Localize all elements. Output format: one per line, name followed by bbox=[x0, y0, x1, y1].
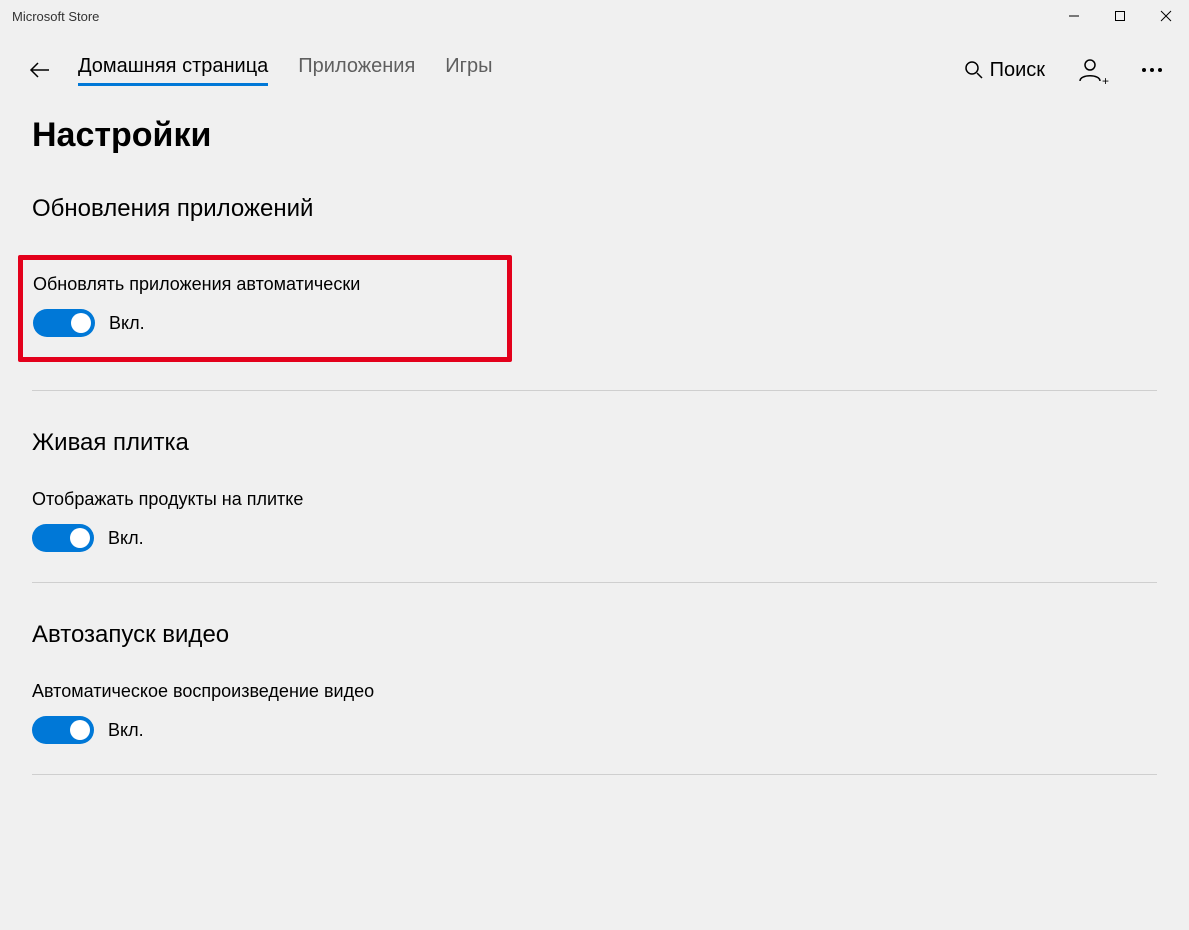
minimize-button[interactable] bbox=[1051, 0, 1097, 32]
divider bbox=[32, 390, 1157, 391]
highlight-box-auto-update: Обновлять приложения автоматически Вкл. bbox=[18, 255, 512, 362]
section-heading-autoplay: Автозапуск видео bbox=[32, 621, 1157, 649]
toggle-auto-update[interactable] bbox=[33, 309, 95, 337]
nav-bar: Домашняя страница Приложения Игры Поиск … bbox=[0, 32, 1189, 102]
person-icon bbox=[1077, 57, 1103, 83]
toggle-row-auto-update: Вкл. bbox=[33, 309, 497, 337]
toggle-state-auto-update: Вкл. bbox=[109, 313, 145, 334]
setting-label-live-tile: Отображать продукты на плитке bbox=[32, 489, 1157, 510]
section-heading-app-updates: Обновления приложений bbox=[32, 195, 1157, 223]
close-button[interactable] bbox=[1143, 0, 1189, 32]
account-button[interactable]: + bbox=[1073, 53, 1107, 87]
setting-label-autoplay: Автоматическое воспроизведение видео bbox=[32, 681, 1157, 702]
tabs: Домашняя страница Приложения Игры bbox=[78, 55, 492, 86]
more-button[interactable] bbox=[1135, 53, 1169, 87]
maximize-icon bbox=[1114, 10, 1126, 22]
setting-block-live-tile: Отображать продукты на плитке Вкл. bbox=[32, 489, 1157, 582]
toggle-state-autoplay: Вкл. bbox=[108, 720, 144, 741]
search-button[interactable]: Поиск bbox=[964, 59, 1045, 82]
section-heading-live-tile: Живая плитка bbox=[32, 429, 1157, 457]
toggle-state-live-tile: Вкл. bbox=[108, 528, 144, 549]
setting-label-auto-update: Обновлять приложения автоматически bbox=[33, 274, 497, 295]
back-button[interactable] bbox=[20, 50, 60, 90]
divider bbox=[32, 774, 1157, 775]
search-icon bbox=[964, 60, 984, 80]
add-plus-icon: + bbox=[1102, 74, 1109, 88]
minimize-icon bbox=[1068, 10, 1080, 22]
tab-games[interactable]: Игры bbox=[445, 55, 492, 86]
more-icon bbox=[1142, 68, 1162, 72]
close-icon bbox=[1160, 10, 1172, 22]
tab-home[interactable]: Домашняя страница bbox=[78, 55, 268, 86]
titlebar-title: Microsoft Store bbox=[12, 9, 99, 24]
toggle-live-tile[interactable] bbox=[32, 524, 94, 552]
page-title: Настройки bbox=[32, 116, 1157, 155]
back-arrow-icon bbox=[28, 58, 52, 82]
tab-apps[interactable]: Приложения bbox=[298, 55, 415, 86]
titlebar: Microsoft Store bbox=[0, 0, 1189, 32]
toggle-row-live-tile: Вкл. bbox=[32, 524, 1157, 552]
nav-right-actions: Поиск + bbox=[964, 53, 1169, 87]
content: Настройки Обновления приложений Обновлят… bbox=[0, 116, 1189, 833]
toggle-row-autoplay: Вкл. bbox=[32, 716, 1157, 744]
toggle-autoplay[interactable] bbox=[32, 716, 94, 744]
divider bbox=[32, 582, 1157, 583]
maximize-button[interactable] bbox=[1097, 0, 1143, 32]
setting-block-autoplay: Автоматическое воспроизведение видео Вкл… bbox=[32, 681, 1157, 774]
window-controls bbox=[1051, 0, 1189, 32]
search-label: Поиск bbox=[990, 59, 1045, 82]
